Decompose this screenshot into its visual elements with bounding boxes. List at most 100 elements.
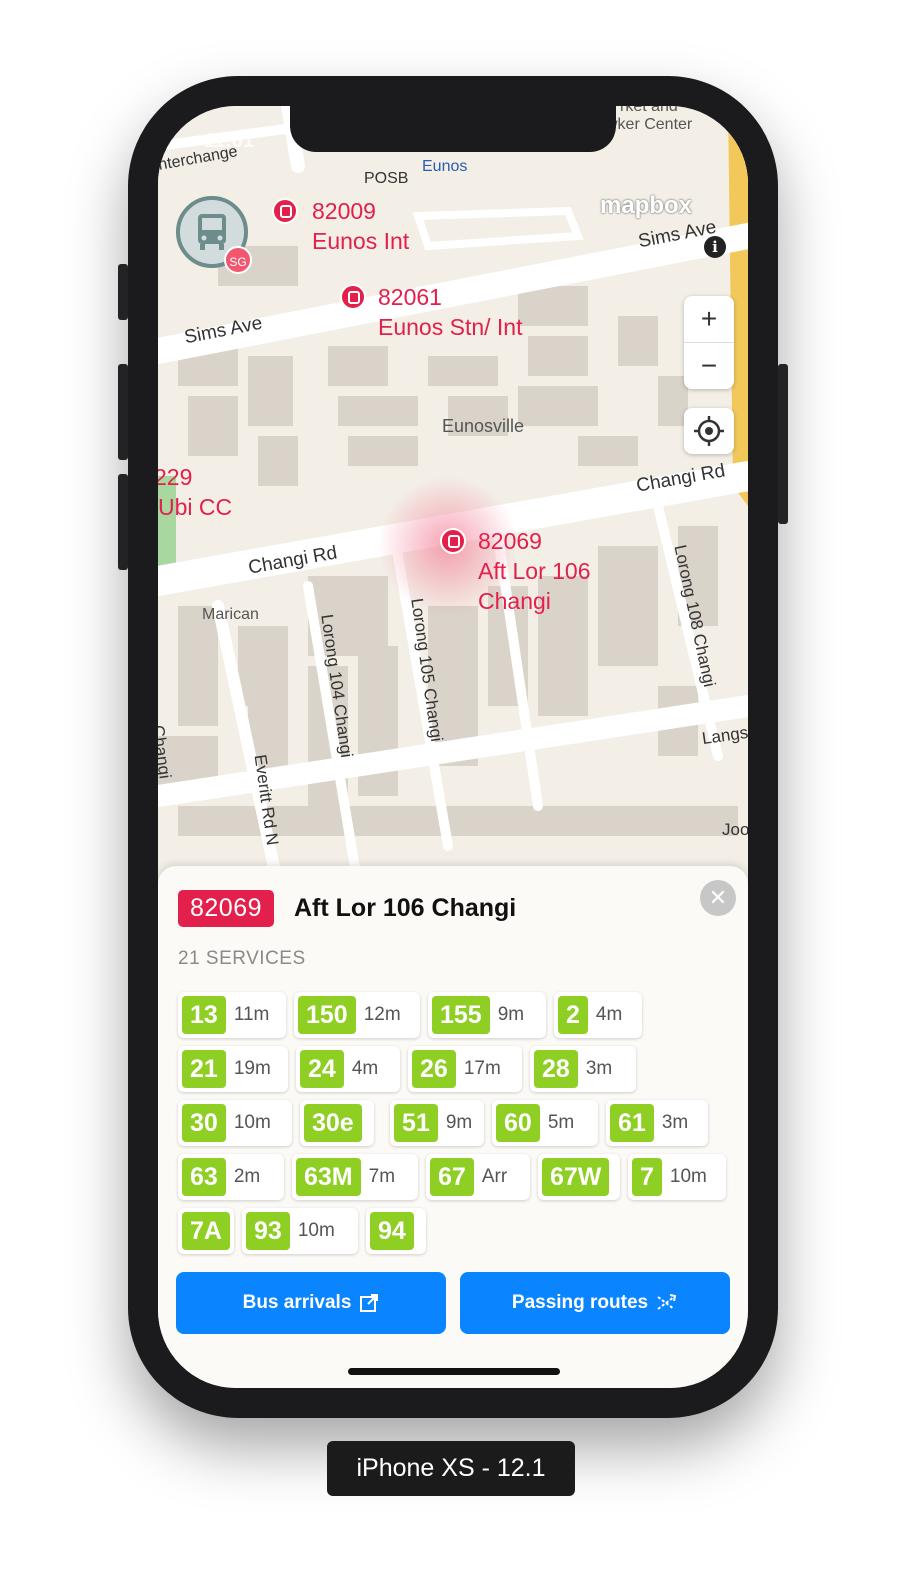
service-chip[interactable]: 7 10m — [628, 1154, 726, 1200]
service-number: 21 — [182, 1050, 226, 1088]
phone-screen: 11:01 nterchange POSB Eunos rket and wke… — [158, 106, 748, 1388]
bus-stop-229-code[interactable]: 229 — [158, 462, 192, 492]
poi-posb: POSB — [364, 170, 409, 187]
service-chip[interactable]: 67W — [538, 1154, 620, 1200]
stop-details-sheet: 82069 Aft Lor 106 Changi ✕ 21 SERVICES 1… — [158, 866, 748, 1388]
map-view[interactable]: 11:01 nterchange POSB Eunos rket and wke… — [158, 106, 748, 886]
road-label-joo: Joo — [722, 820, 748, 839]
service-eta: 7m — [368, 1166, 396, 1187]
service-number: 94 — [370, 1212, 414, 1250]
close-icon: ✕ — [708, 885, 728, 910]
volume-down-button — [118, 474, 128, 570]
service-number: 24 — [300, 1050, 344, 1088]
home-indicator[interactable] — [348, 1368, 560, 1375]
service-chip[interactable]: 30e — [300, 1100, 374, 1146]
passing-routes-button[interactable]: Passing routes — [460, 1272, 730, 1334]
close-button[interactable]: ✕ — [700, 880, 736, 916]
service-chip[interactable]: 24 4m — [296, 1046, 400, 1092]
service-number: 2 — [558, 996, 588, 1034]
service-eta: 10m — [669, 1166, 707, 1187]
service-chip[interactable]: 21 19m — [178, 1046, 288, 1092]
service-chip[interactable]: 150 12m — [294, 992, 420, 1038]
bus-stop-82061-code[interactable]: 82061 — [378, 282, 442, 312]
bus-stop-icon[interactable] — [272, 198, 298, 224]
service-chip[interactable]: 67 Arr — [426, 1154, 530, 1200]
service-number: 30 — [182, 1104, 226, 1142]
zoom-in-button[interactable]: + — [684, 296, 734, 343]
service-eta: Arr — [481, 1166, 508, 1187]
routes-icon — [657, 1294, 677, 1310]
bus-stop-82009-name[interactable]: Eunos Int — [312, 226, 409, 256]
service-number: 60 — [496, 1104, 540, 1142]
silent-switch — [118, 264, 128, 320]
bus-stop-82069-name-line2[interactable]: Changi — [478, 586, 551, 616]
locate-button[interactable] — [684, 408, 734, 454]
service-eta: 9m — [445, 1112, 473, 1133]
zoom-controls: + − — [684, 296, 734, 389]
service-number: 51 — [394, 1104, 438, 1142]
service-number: 7 — [632, 1158, 662, 1196]
target-icon — [694, 416, 724, 446]
service-number: 61 — [610, 1104, 654, 1142]
service-eta: 4m — [351, 1058, 379, 1079]
service-eta: 3m — [661, 1112, 689, 1133]
service-eta: 2m — [233, 1166, 261, 1187]
services-count: 21 SERVICES — [178, 948, 306, 969]
bus-stop-82069-code[interactable]: 82069 — [478, 526, 542, 556]
service-eta: 11m — [233, 1004, 270, 1025]
bus-stop-icon[interactable] — [340, 284, 366, 310]
service-number: 63 — [182, 1158, 226, 1196]
service-eta: 4m — [595, 1004, 623, 1025]
service-number: 93 — [246, 1212, 290, 1250]
service-number: 67 — [430, 1158, 474, 1196]
bus-stop-82009-code[interactable]: 82009 — [312, 196, 376, 226]
service-number: 30e — [304, 1104, 362, 1142]
bus-stop-82069-name[interactable]: Aft Lor 106 — [478, 556, 591, 586]
device-label: iPhone XS - 12.1 — [327, 1441, 575, 1496]
service-number: 63M — [296, 1158, 361, 1196]
bus-stop-icon[interactable] — [440, 528, 466, 554]
service-chip[interactable]: 51 9m — [390, 1100, 484, 1146]
bus-arrivals-label: Bus arrivals — [242, 1292, 352, 1313]
sg-badge: SG — [224, 246, 252, 274]
stop-name-title: Aft Lor 106 Changi — [294, 894, 517, 922]
service-number: 26 — [412, 1050, 456, 1088]
poi-marican: Marican — [202, 606, 259, 623]
service-chip[interactable]: 28 3m — [530, 1046, 636, 1092]
service-number: 7A — [182, 1212, 230, 1250]
service-chip[interactable]: 61 3m — [606, 1100, 708, 1146]
service-chip[interactable]: 94 — [366, 1208, 426, 1254]
service-chip[interactable]: 26 17m — [408, 1046, 522, 1092]
bus-stop-229-name[interactable]: Ubi CC — [158, 492, 232, 522]
service-chip[interactable]: 63 2m — [178, 1154, 284, 1200]
service-eta: 10m — [297, 1220, 335, 1241]
service-number: 13 — [182, 996, 226, 1034]
stop-code-badge: 82069 — [178, 890, 275, 927]
service-chip[interactable]: 60 5m — [492, 1100, 598, 1146]
service-number: 155 — [432, 996, 490, 1034]
service-number: 28 — [534, 1050, 578, 1088]
poi-market: rket and — [620, 106, 678, 115]
poi-eunos: Eunos — [422, 158, 468, 175]
service-eta: 19m — [233, 1058, 271, 1079]
service-eta: 9m — [497, 1004, 525, 1025]
poi-eunosville: Eunosville — [442, 416, 525, 436]
bus-arrivals-button[interactable]: Bus arrivals — [176, 1272, 446, 1334]
service-eta: 10m — [233, 1112, 271, 1133]
service-chip[interactable]: 13 11m — [178, 992, 286, 1038]
mapbox-logo[interactable]: mapbox — [600, 192, 692, 220]
service-chip[interactable]: 155 9m — [428, 992, 546, 1038]
service-number: 67W — [542, 1158, 610, 1196]
service-chip[interactable]: 2 4m — [554, 992, 642, 1038]
bus-stop-82061-name[interactable]: Eunos Stn/ Int — [378, 312, 522, 342]
service-number: 150 — [298, 996, 356, 1034]
service-chip[interactable]: 93 10m — [242, 1208, 358, 1254]
service-eta: 17m — [463, 1058, 501, 1079]
passing-routes-label: Passing routes — [511, 1292, 649, 1313]
service-chip[interactable]: 30 10m — [178, 1100, 292, 1146]
service-chip[interactable]: 7A — [178, 1208, 234, 1254]
external-link-icon — [360, 1294, 379, 1312]
info-icon[interactable]: i — [704, 236, 726, 258]
zoom-out-button[interactable]: − — [684, 343, 734, 389]
service-chip[interactable]: 63M 7m — [292, 1154, 418, 1200]
